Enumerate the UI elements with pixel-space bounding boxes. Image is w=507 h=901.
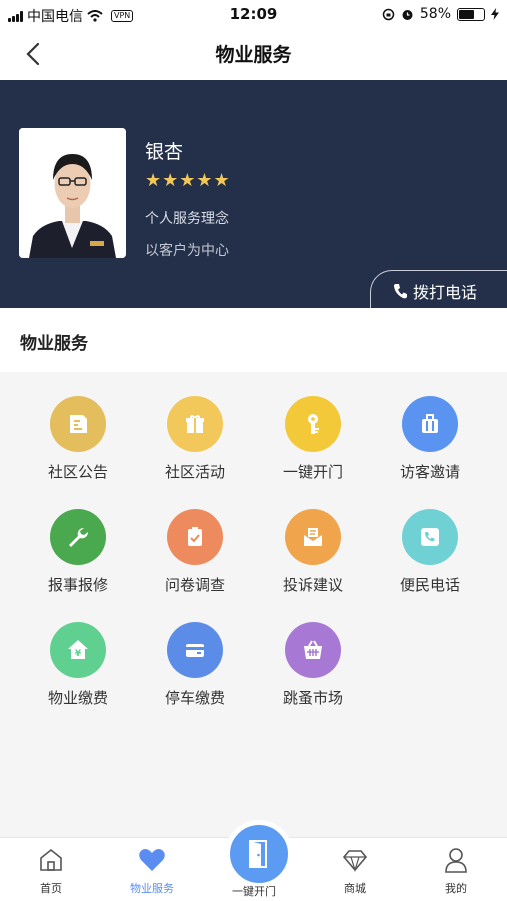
service-parking-fee[interactable]: 停车缴费 bbox=[140, 622, 250, 708]
manager-name: 银杏 bbox=[145, 141, 184, 163]
one-key-door-button[interactable] bbox=[225, 820, 293, 888]
service-one-key-door[interactable]: 一键开门 bbox=[258, 396, 368, 482]
mail-icon bbox=[285, 509, 341, 565]
navigation-bar: 物业服务 bbox=[0, 28, 507, 80]
home-icon bbox=[40, 848, 62, 871]
tab-label: 首页 bbox=[40, 882, 62, 895]
notice-icon bbox=[50, 396, 106, 452]
suitcase-icon bbox=[402, 396, 458, 452]
service-label: 报事报修 bbox=[47, 576, 108, 594]
service-property-fee[interactable]: ¥ 物业缴费 bbox=[23, 622, 133, 708]
heart-icon bbox=[139, 849, 165, 871]
services-section-header: 物业服务 bbox=[0, 308, 507, 372]
service-label: 投诉建议 bbox=[282, 576, 343, 594]
tab-mine[interactable]: 我的 bbox=[406, 846, 506, 896]
section-title: 物业服务 bbox=[20, 334, 88, 354]
service-community-activity[interactable]: 社区活动 bbox=[140, 396, 250, 482]
battery-icon bbox=[457, 7, 485, 21]
bottom-tab-bar: 首页 物业服务 一键开门 商城 我的 bbox=[0, 820, 507, 901]
service-label: 社区公告 bbox=[47, 463, 108, 481]
service-label: 停车缴费 bbox=[164, 689, 225, 707]
service-label: 社区活动 bbox=[164, 463, 225, 481]
service-label: 一键开门 bbox=[282, 463, 343, 481]
key-icon bbox=[285, 396, 341, 452]
tab-mall[interactable]: 商城 bbox=[305, 846, 405, 896]
service-label: 物业缴费 bbox=[47, 689, 108, 707]
house-yen-icon: ¥ bbox=[50, 622, 106, 678]
page-title: 物业服务 bbox=[215, 44, 292, 66]
service-convenience-phone[interactable]: 便民电话 bbox=[375, 509, 485, 595]
tab-property-services[interactable]: 物业服务 bbox=[102, 846, 202, 896]
service-complaint[interactable]: 投诉建议 bbox=[258, 509, 368, 595]
charging-icon bbox=[491, 8, 499, 20]
call-button[interactable]: 拨打电话 bbox=[370, 270, 507, 310]
motto-text: 以客户为中心 bbox=[145, 243, 229, 259]
diamond-icon bbox=[342, 850, 368, 872]
status-bar: 中国电信 VPN 12:09 58% bbox=[0, 0, 507, 28]
tab-home[interactable]: 首页 bbox=[1, 846, 101, 896]
person-icon bbox=[445, 848, 467, 873]
service-community-notice[interactable]: 社区公告 bbox=[23, 396, 133, 482]
alarm-icon bbox=[402, 9, 413, 20]
one-key-door-label: 一键开门 bbox=[232, 885, 276, 898]
card-icon bbox=[167, 622, 223, 678]
call-button-label: 拨打电话 bbox=[413, 282, 478, 302]
service-repair[interactable]: 报事报修 bbox=[23, 509, 133, 595]
service-label: 跳蚤市场 bbox=[282, 689, 343, 707]
tab-label: 商城 bbox=[344, 882, 366, 895]
svg-text:¥: ¥ bbox=[75, 649, 82, 659]
door-icon bbox=[249, 840, 267, 868]
services-grid: 社区公告 社区活动 一键开门 访客邀请 报事报修 问卷调查 投诉建议 便民电话 … bbox=[0, 372, 507, 837]
service-flea-market[interactable]: 跳蚤市场 bbox=[258, 622, 368, 708]
service-survey[interactable]: 问卷调查 bbox=[140, 509, 250, 595]
tab-label: 我的 bbox=[445, 882, 467, 895]
phone-icon bbox=[394, 283, 407, 298]
manager-profile-card: 银杏 ★★★★★ 个人服务理念 以客户为中心 拨打电话 bbox=[0, 80, 507, 310]
service-visitor-invite[interactable]: 访客邀请 bbox=[375, 396, 485, 482]
tab-label: 物业服务 bbox=[130, 882, 174, 895]
clipboard-icon bbox=[167, 509, 223, 565]
service-label: 问卷调查 bbox=[164, 576, 225, 594]
service-label: 访客邀请 bbox=[399, 463, 460, 481]
basket-icon bbox=[285, 622, 341, 678]
service-label: 便民电话 bbox=[399, 576, 460, 594]
gift-icon bbox=[167, 396, 223, 452]
battery-percent: 58% bbox=[419, 6, 451, 22]
wrench-icon bbox=[50, 509, 106, 565]
rating-stars: ★★★★★ bbox=[145, 170, 231, 191]
phone-icon bbox=[402, 509, 458, 565]
avatar bbox=[19, 128, 126, 258]
rotation-lock-icon bbox=[382, 8, 395, 20]
motto-title: 个人服务理念 bbox=[145, 211, 229, 227]
